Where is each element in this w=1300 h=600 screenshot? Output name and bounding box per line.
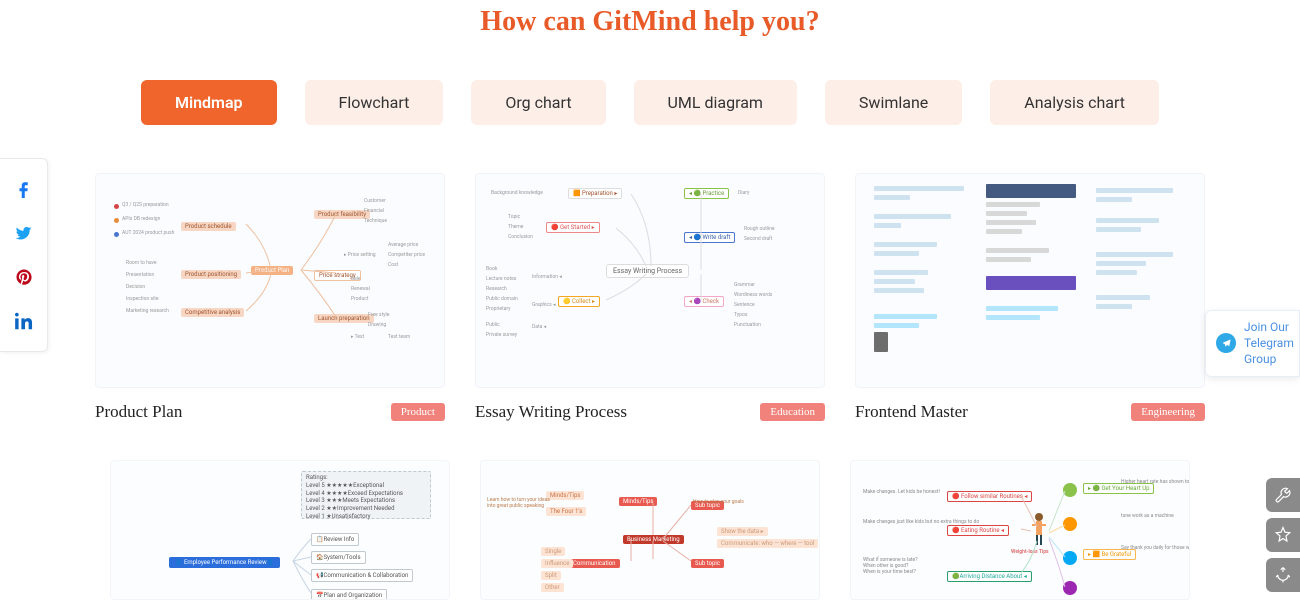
template-card-frontend-master: Frontend Master Engineering: [855, 173, 1205, 422]
tab-analysis-chart[interactable]: Analysis chart: [990, 80, 1159, 125]
telegram-cta-label: Join Our Telegram Group: [1244, 319, 1294, 368]
tab-swimlane[interactable]: Swimlane: [825, 80, 962, 125]
telegram-cta[interactable]: Join Our Telegram Group: [1205, 310, 1300, 377]
linkedin-icon[interactable]: [0, 299, 48, 343]
template-cards-row-2: Ratings:Level 5 ★★★★★ExceptionalLevel 4 …: [0, 460, 1300, 600]
social-share-sidebar: [0, 158, 48, 352]
feedback-button[interactable]: [1266, 558, 1300, 592]
category-tabs: Mindmap Flowchart Org chart UML diagram …: [0, 80, 1300, 125]
tab-flowchart[interactable]: Flowchart: [305, 80, 444, 125]
template-tag: Product: [391, 403, 445, 421]
settings-button[interactable]: [1266, 478, 1300, 512]
template-cards-row-1: Q3 / Q2S preparation APIs DB redesign AU…: [0, 173, 1300, 422]
template-thumbnail[interactable]: Ratings:Level 5 ★★★★★ExceptionalLevel 4 …: [110, 460, 450, 600]
tab-mindmap[interactable]: Mindmap: [141, 80, 277, 125]
pinterest-icon[interactable]: [0, 255, 48, 299]
tab-org-chart[interactable]: Org chart: [471, 80, 605, 125]
template-tag: Engineering: [1131, 403, 1205, 421]
twitter-icon[interactable]: [0, 211, 48, 255]
page-title: How can GitMind help you?: [0, 0, 1300, 38]
template-thumbnail[interactable]: [855, 173, 1205, 388]
template-thumbnail[interactable]: Minds/Tips The Four 1's Minds/Tips Sub t…: [480, 460, 820, 600]
template-title: Essay Writing Process: [475, 402, 627, 422]
favorite-button[interactable]: [1266, 518, 1300, 552]
template-card-product-plan: Q3 / Q2S preparation APIs DB redesign AU…: [95, 173, 445, 422]
facebook-icon[interactable]: [0, 167, 48, 211]
template-thumbnail[interactable]: Q3 / Q2S preparation APIs DB redesign AU…: [95, 173, 445, 388]
template-thumbnail[interactable]: Make changes. Let kids be honest! Make c…: [850, 460, 1190, 600]
template-card-essay-writing: Essay Writing Process Background knowled…: [475, 173, 825, 422]
template-thumbnail[interactable]: Essay Writing Process Background knowled…: [475, 173, 825, 388]
template-title: Product Plan: [95, 402, 182, 422]
tab-uml-diagram[interactable]: UML diagram: [634, 80, 797, 125]
telegram-icon: [1216, 333, 1236, 353]
template-tag: Education: [760, 403, 825, 421]
floating-tools: [1266, 478, 1300, 592]
template-title: Frontend Master: [855, 402, 968, 422]
